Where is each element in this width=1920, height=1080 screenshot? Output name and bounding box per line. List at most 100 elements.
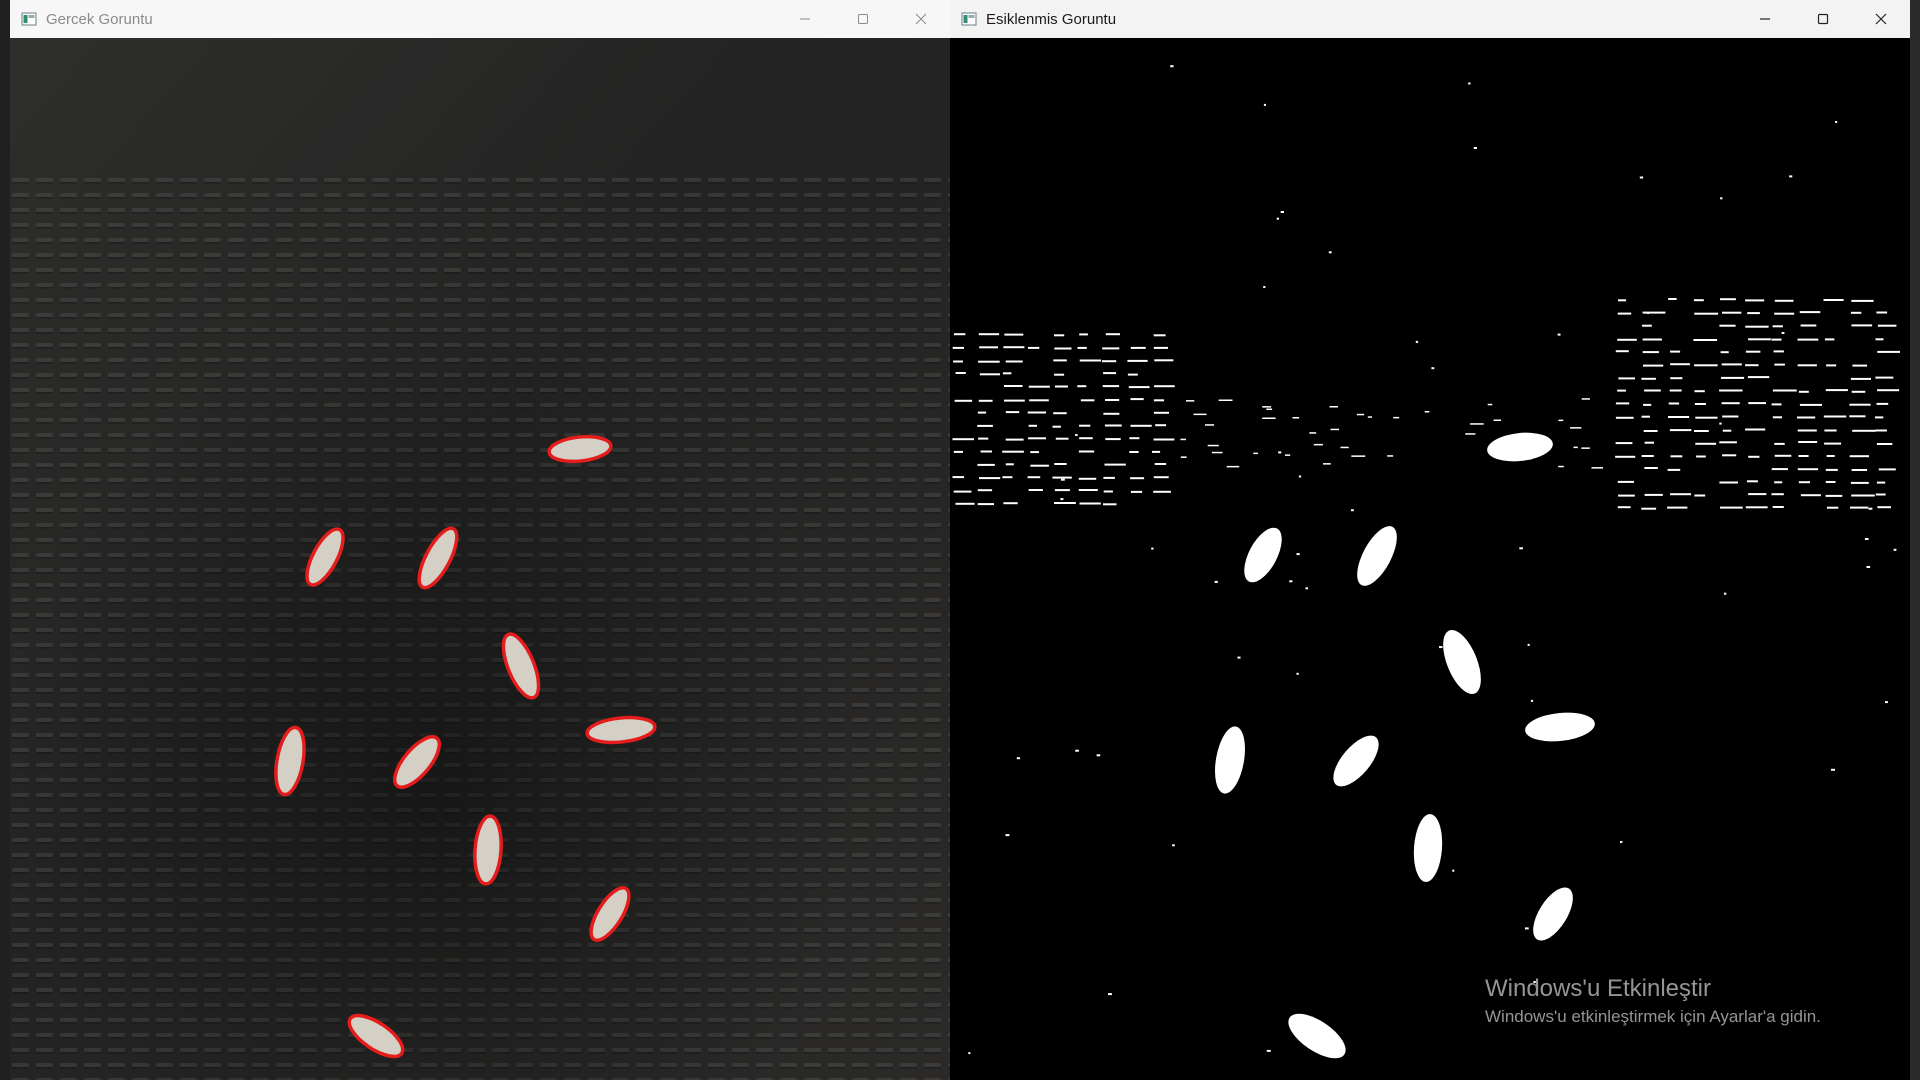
noise-dash <box>1719 481 1738 484</box>
noise-dash <box>952 346 964 349</box>
noise-dash <box>1079 359 1102 362</box>
noise-dash <box>1617 312 1632 315</box>
noise-dash <box>953 490 972 493</box>
noise-dash <box>1641 415 1650 418</box>
minimize-button[interactable] <box>1736 0 1794 38</box>
maximize-button[interactable] <box>1794 0 1852 38</box>
noise-dash <box>1644 441 1654 444</box>
maximize-button[interactable] <box>834 0 892 38</box>
noise-dash <box>1005 360 1023 363</box>
noise-dash <box>1670 493 1691 496</box>
noise-dash <box>1615 402 1630 405</box>
window-title: Esiklenmis Goruntu <box>986 10 1117 28</box>
app-window-icon <box>961 11 977 27</box>
noise-dash <box>1720 506 1743 509</box>
noise-dash <box>1643 403 1652 406</box>
noise-dash <box>1266 408 1273 410</box>
noise-dash <box>1060 498 1064 501</box>
noise-dash <box>1329 406 1338 408</box>
noise-dash <box>1875 376 1894 379</box>
noise-dash <box>1748 493 1767 496</box>
noise-dash <box>1695 442 1717 445</box>
close-button[interactable] <box>1852 0 1910 38</box>
noise-dash <box>1005 463 1014 466</box>
noise-dash <box>1878 468 1896 471</box>
noise-dash <box>1850 506 1869 509</box>
noise-dash <box>1054 463 1067 465</box>
title-bar[interactable]: Esiklenmis Goruntu <box>950 0 1910 38</box>
noise-dash <box>1558 465 1564 468</box>
noise-dash <box>1340 446 1349 449</box>
noise-dash <box>1180 438 1186 441</box>
noise-dash <box>1054 489 1070 492</box>
noise-dash <box>1722 311 1742 314</box>
noise-dash <box>1356 413 1365 416</box>
noise-dash <box>954 399 973 402</box>
noise-dash <box>1127 373 1138 376</box>
noise-dash <box>1618 377 1635 380</box>
noise-dash <box>1078 489 1098 491</box>
noise-dash <box>1876 481 1886 484</box>
title-bar[interactable]: Gercek Goruntu <box>10 0 950 38</box>
noise-dash <box>1102 360 1117 363</box>
noise-dash <box>1615 350 1629 353</box>
noise-dash <box>1875 493 1886 496</box>
noise-dash <box>1670 455 1683 458</box>
noise-dash <box>1771 338 1782 341</box>
noise-dash <box>1641 507 1657 510</box>
noise-dash <box>1722 429 1732 432</box>
noise-dash <box>1615 416 1634 419</box>
noise-dash <box>1053 359 1067 362</box>
original-image-window[interactable]: Gercek Goruntu <box>10 0 950 1080</box>
noise-dash <box>1781 332 1785 334</box>
noise-dash <box>1617 506 1631 509</box>
noise-dash <box>968 1052 971 1055</box>
thresholded-image-window[interactable]: Esiklenmis Goruntu Windows'u Etkinleştir… <box>950 0 1910 1080</box>
noise-dash <box>1154 385 1175 388</box>
noise-dash <box>1002 476 1013 479</box>
noise-dash <box>1003 502 1018 505</box>
noise-dash <box>977 463 995 466</box>
noise-dash <box>1330 428 1339 431</box>
noise-dash <box>1668 416 1690 418</box>
noise-dash <box>1877 506 1891 509</box>
noise-dash <box>1004 399 1025 402</box>
minimize-button[interactable] <box>776 0 834 38</box>
noise-dash <box>1003 346 1025 349</box>
noise-dash <box>1748 338 1771 341</box>
noise-dash <box>1102 347 1120 350</box>
noise-dash <box>1004 333 1024 336</box>
close-button[interactable] <box>892 0 950 38</box>
noise-dash <box>1694 430 1709 432</box>
noise-dash <box>1005 834 1010 837</box>
noise-dash <box>1748 455 1760 458</box>
noise-dash <box>953 450 963 453</box>
noise-dash <box>1096 754 1101 757</box>
noise-dash <box>1835 121 1838 123</box>
noise-dash <box>1172 844 1175 847</box>
noise-dash <box>1694 364 1718 367</box>
noise-dash <box>1643 430 1658 432</box>
noise-dash <box>1079 333 1088 336</box>
noise-dash <box>1774 363 1785 366</box>
noise-dash <box>1642 338 1662 341</box>
noise-dash <box>1850 481 1869 484</box>
thresholded-image-canvas <box>950 38 1910 1080</box>
noise-dash <box>1305 587 1308 590</box>
noise-dash <box>1831 768 1835 771</box>
noise-dash <box>1591 467 1603 469</box>
noise-dash <box>1105 333 1120 336</box>
noise-dash <box>1745 428 1766 431</box>
desktop-edge-right <box>1910 0 1920 1080</box>
noise-dash <box>979 373 1000 376</box>
noise-dash <box>1218 399 1233 401</box>
noise-dash <box>1387 455 1394 457</box>
watermark-subtitle: Windows'u etkinleştirmek için Ayarlar'a … <box>1485 1007 1821 1026</box>
noise-dash <box>1693 299 1704 302</box>
noise-dash <box>1027 411 1047 414</box>
noise-dash <box>1747 376 1770 379</box>
noise-dash <box>1103 476 1115 479</box>
noise-dash <box>1298 475 1302 478</box>
noise-dash <box>1130 424 1152 427</box>
noise-dash <box>1129 437 1140 440</box>
